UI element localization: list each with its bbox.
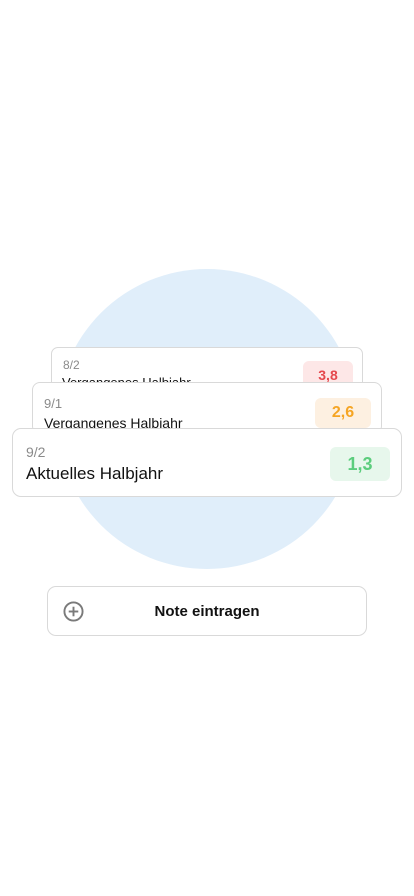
semester-card-9-1[interactable]: 9/1 Vergangenes Halbjahr 2,6 <box>32 382 382 434</box>
semester-term: 9/1 <box>44 396 63 411</box>
semester-term: 8/2 <box>63 358 80 372</box>
semester-term: 9/2 <box>26 444 46 460</box>
screen: 8/2 Vergangenes Halbjahr 3,8 9/1 Vergang… <box>0 0 414 896</box>
add-grade-button[interactable]: Note eintragen <box>47 586 367 636</box>
add-grade-label: Note eintragen <box>154 603 260 620</box>
grade-badge: 2,6 <box>315 398 371 428</box>
semester-title: Aktuelles Halbjahr <box>26 464 164 483</box>
grade-badge: 1,3 <box>330 447 390 481</box>
semester-card-9-2[interactable]: 9/2 Aktuelles Halbjahr 1,3 <box>12 428 402 497</box>
